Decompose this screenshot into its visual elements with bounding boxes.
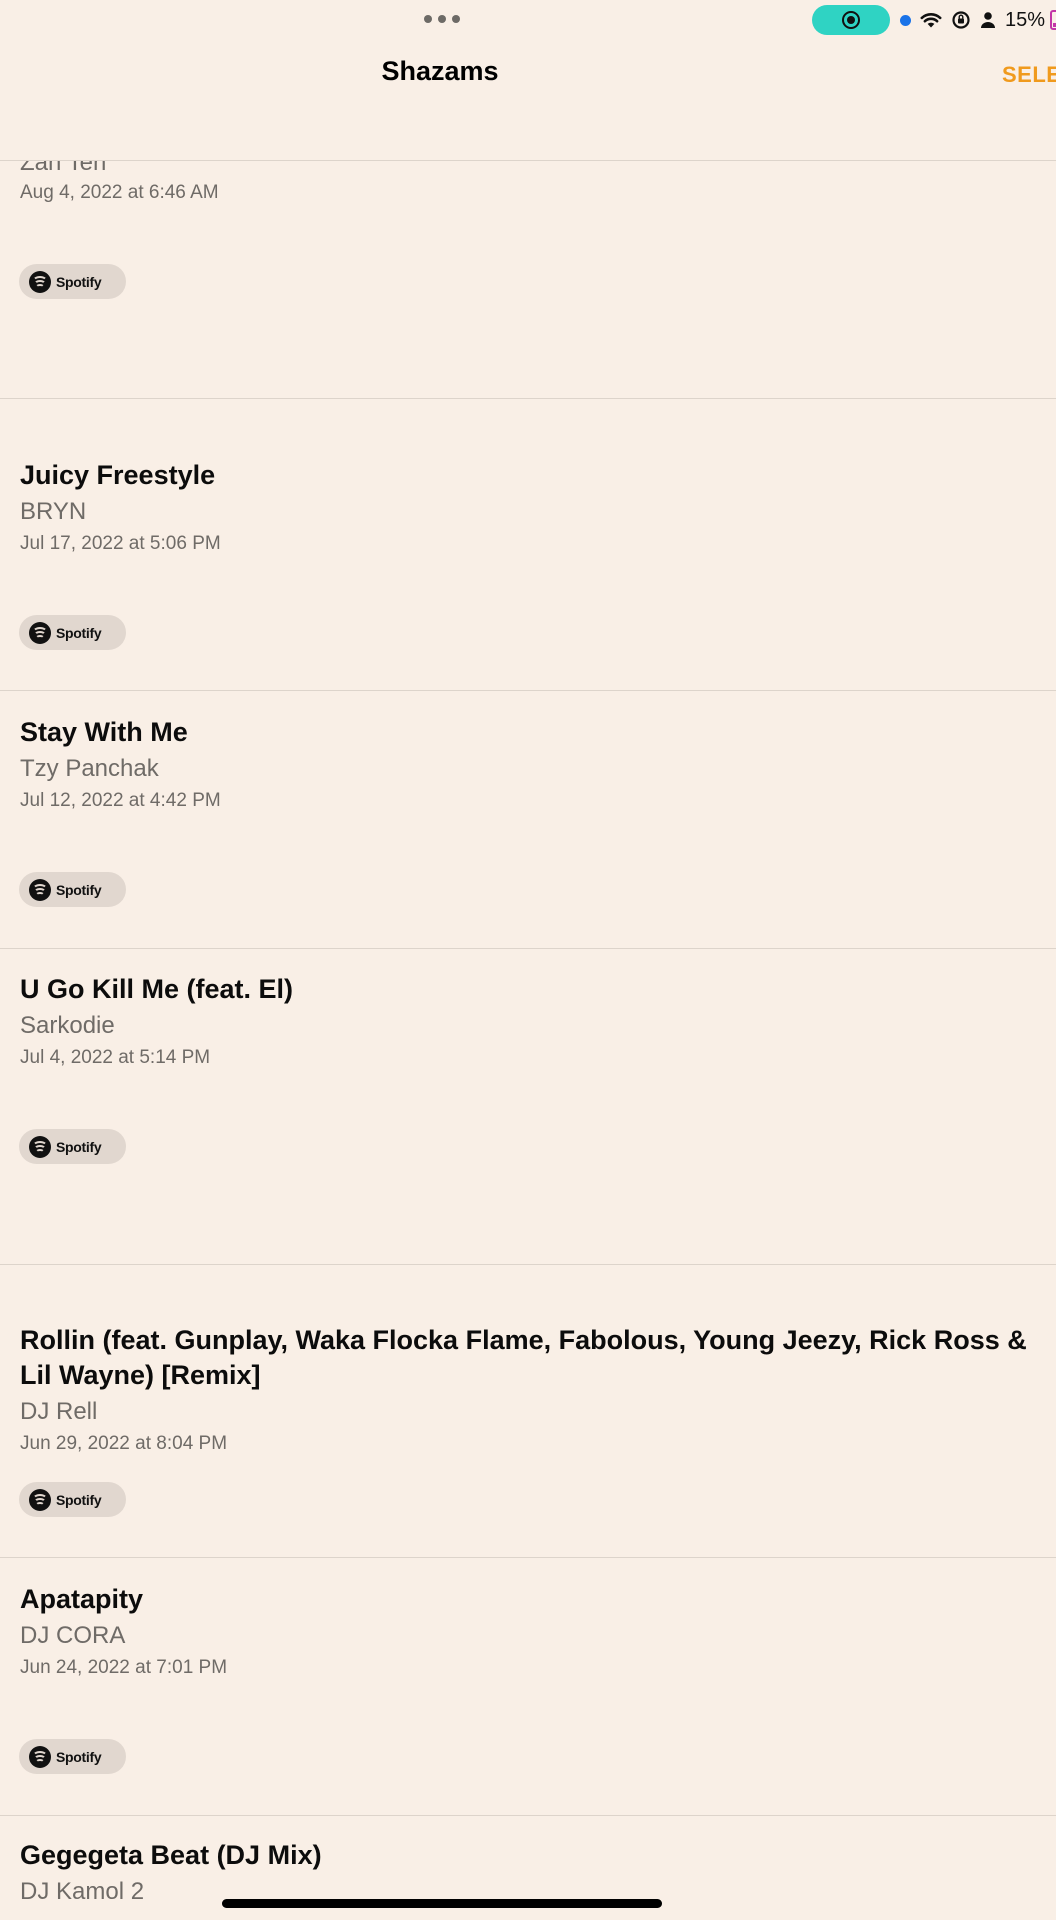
- status-icons: 15%: [900, 6, 1056, 34]
- artist-name: DJ CORA: [20, 1622, 126, 1649]
- row-divider: [0, 690, 1056, 691]
- page-title: Shazams: [381, 56, 499, 86]
- spotify-icon: [29, 1488, 51, 1511]
- spotify-button[interactable]: Spotify: [19, 615, 126, 650]
- shazam-date: Jul 12, 2022 at 4:42 PM: [20, 790, 221, 811]
- spotify-icon: [29, 270, 51, 293]
- more-dots-icon[interactable]: [424, 12, 460, 26]
- list-item[interactable]: Stay With Me Tzy Panchak Jul 12, 2022 at…: [0, 715, 1056, 947]
- screen-record-pill[interactable]: [812, 5, 890, 35]
- shazams-screen: 15% Shazams SELE Zan Ten Aug 4, 2022 at …: [0, 0, 1056, 1920]
- shazam-list[interactable]: Zan Ten Aug 4, 2022 at 6:46 AM Spotify J…: [0, 161, 1056, 1920]
- provider-label: Spotify: [56, 273, 102, 290]
- provider-label: Spotify: [56, 881, 102, 898]
- song-title: U Go Kill Me (feat. El): [20, 974, 294, 1004]
- spotify-button[interactable]: Spotify: [19, 1129, 126, 1164]
- artist-name: Tzy Panchak: [20, 755, 159, 782]
- spotify-icon: [29, 1745, 51, 1768]
- person-icon: [981, 12, 995, 28]
- dot: [452, 15, 460, 23]
- battery-icon: [1050, 10, 1056, 30]
- provider-label: Spotify: [56, 1491, 102, 1508]
- spotify-button[interactable]: Spotify: [19, 1482, 126, 1517]
- artist-name: Zan Ten: [20, 161, 107, 176]
- spotify-icon: [29, 621, 51, 644]
- artist-name: DJ Rell: [20, 1398, 98, 1425]
- spotify-icon: [29, 878, 51, 901]
- wifi-icon: [920, 13, 942, 28]
- list-item[interactable]: Rollin (feat. Gunplay, Waka Flocka Flame…: [0, 1323, 1056, 1557]
- shazam-date: Jun 24, 2022 at 7:01 PM: [20, 1657, 228, 1678]
- list-item[interactable]: Zan Ten Aug 4, 2022 at 6:46 AM Spotify: [0, 161, 1056, 398]
- shazam-date: Aug 4, 2022 at 6:46 AM: [20, 182, 219, 203]
- row-divider: [0, 948, 1056, 949]
- song-title: Stay With Me: [20, 717, 188, 747]
- artist-name: BRYN: [20, 498, 87, 525]
- artist-name: Sarkodie: [20, 1012, 115, 1039]
- song-title: Apatapity: [20, 1584, 144, 1614]
- row-divider: [0, 1557, 1056, 1558]
- shazam-date: Jul 17, 2022 at 5:06 PM: [20, 533, 221, 554]
- row-divider: [0, 1815, 1056, 1816]
- select-button[interactable]: SELE: [1002, 62, 1056, 88]
- provider-label: Spotify: [56, 624, 102, 641]
- list-item[interactable]: U Go Kill Me (feat. El) Sarkodie Jul 4, …: [0, 972, 1056, 1262]
- song-title: Gegegeta Beat (DJ Mix): [20, 1840, 322, 1870]
- song-title: Rollin (feat. Gunplay, Waka Flocka Flame…: [20, 1325, 1027, 1390]
- shazam-date: Jul 4, 2022 at 5:14 PM: [20, 1047, 211, 1068]
- list-item[interactable]: Juicy Freestyle BRYN Jul 17, 2022 at 5:0…: [0, 458, 1056, 690]
- song-title: Juicy Freestyle: [20, 460, 216, 490]
- location-dot-icon: [900, 14, 911, 26]
- spotify-button[interactable]: Spotify: [19, 1739, 126, 1774]
- spotify-button[interactable]: Spotify: [19, 872, 126, 907]
- dot: [424, 15, 432, 23]
- artist-name: DJ Kamol 2: [20, 1878, 145, 1905]
- spotify-button[interactable]: Spotify: [19, 264, 126, 299]
- row-divider: [0, 1264, 1056, 1265]
- orientation-lock-icon: [952, 11, 970, 29]
- spotify-icon: [29, 1135, 51, 1158]
- list-item[interactable]: Apatapity DJ CORA Jun 24, 2022 at 7:01 P…: [0, 1582, 1056, 1814]
- home-indicator[interactable]: [222, 1899, 662, 1908]
- screen-record-icon: [842, 11, 860, 29]
- provider-label: Spotify: [56, 1138, 102, 1155]
- battery-percentage: 15%: [1005, 8, 1046, 31]
- provider-label: Spotify: [56, 1748, 102, 1765]
- row-divider: [0, 398, 1056, 399]
- shazam-date: Jun 29, 2022 at 8:04 PM: [20, 1433, 228, 1454]
- dot: [438, 15, 446, 23]
